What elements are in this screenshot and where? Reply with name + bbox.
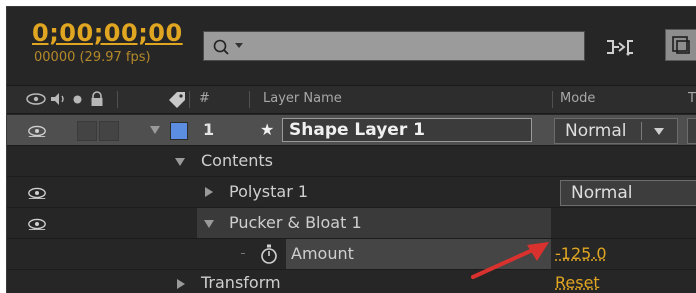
visibility-eye-icon[interactable] bbox=[27, 187, 47, 199]
flowchart-icon[interactable] bbox=[604, 37, 636, 57]
transform-row[interactable]: Transform Reset bbox=[7, 270, 696, 293]
label-header-icon[interactable] bbox=[167, 90, 187, 108]
search-dropdown-icon[interactable] bbox=[234, 42, 244, 50]
layer-label-color[interactable] bbox=[170, 122, 188, 140]
polystar-blend-mode-value: Normal bbox=[571, 183, 633, 203]
layer-row[interactable]: 1 ★ Shape Layer 1 Normal bbox=[7, 115, 696, 146]
transform-label: Transform bbox=[201, 273, 281, 292]
visibility-eye-icon[interactable] bbox=[27, 125, 47, 137]
visibility-eye-icon[interactable] bbox=[27, 218, 47, 230]
shape-layer-icon: ★ bbox=[260, 120, 275, 139]
number-column-header: # bbox=[199, 91, 210, 106]
stopwatch-icon[interactable] bbox=[259, 243, 279, 265]
amount-row[interactable]: Amount -125.0 bbox=[7, 239, 696, 270]
solo-toggle[interactable] bbox=[77, 121, 97, 141]
solo-header-icon[interactable] bbox=[73, 95, 82, 104]
polystar-blend-mode-dropdown[interactable]: Normal bbox=[560, 180, 696, 206]
pucker-bloat-label: Pucker & Bloat 1 bbox=[229, 213, 362, 232]
current-time-display[interactable]: 0;00;00;00 bbox=[32, 20, 183, 46]
amount-value[interactable]: -125.0 bbox=[555, 244, 607, 263]
pucker-bloat-row[interactable]: Pucker & Bloat 1 bbox=[7, 208, 696, 239]
layer-name-text: Shape Layer 1 bbox=[289, 120, 425, 140]
trkmat-column-header[interactable]: T bbox=[688, 91, 696, 106]
lock-header-icon[interactable] bbox=[90, 91, 104, 107]
transform-reset-link[interactable]: Reset bbox=[555, 273, 600, 292]
track-matte-dropdown[interactable] bbox=[687, 118, 696, 144]
composition-mini-flowchart-button[interactable] bbox=[665, 29, 696, 61]
timeline-panel: 0;00;00;00 00000 (29.97 fps) # Layer Nam… bbox=[6, 6, 696, 293]
mode-column-header[interactable]: Mode bbox=[560, 91, 595, 106]
layer-name-field[interactable]: Shape Layer 1 bbox=[282, 118, 532, 142]
lock-toggle[interactable] bbox=[99, 121, 119, 141]
layer-number: 1 bbox=[203, 120, 215, 139]
polystar-row[interactable]: Polystar 1 Normal bbox=[7, 177, 696, 208]
polystar-label: Polystar 1 bbox=[229, 182, 309, 201]
pucker-bloat-expand-icon[interactable] bbox=[204, 220, 214, 228]
amount-label: Amount bbox=[291, 244, 354, 263]
column-header-row: # Layer Name Mode T bbox=[7, 85, 696, 114]
chevron-down-icon bbox=[654, 128, 664, 135]
eye-header-icon[interactable] bbox=[25, 93, 47, 105]
blend-mode-value: Normal bbox=[565, 121, 627, 141]
audio-header-icon[interactable] bbox=[49, 91, 67, 107]
contents-expand-icon[interactable] bbox=[175, 158, 185, 166]
layer-search-input[interactable] bbox=[203, 31, 585, 61]
layer-expand-icon[interactable] bbox=[150, 126, 160, 134]
annotation-arrow-icon bbox=[471, 242, 549, 279]
comp-icon bbox=[672, 36, 690, 54]
frame-count-fps: 00000 (29.97 fps) bbox=[34, 50, 151, 65]
polystar-expand-icon[interactable] bbox=[205, 187, 213, 197]
transform-expand-icon[interactable] bbox=[177, 279, 185, 289]
contents-label: Contents bbox=[201, 151, 273, 170]
contents-row[interactable]: Contents bbox=[7, 146, 696, 177]
blend-mode-dropdown[interactable]: Normal bbox=[554, 118, 678, 144]
layer-name-column-header[interactable]: Layer Name bbox=[263, 91, 342, 106]
search-icon bbox=[213, 39, 229, 55]
